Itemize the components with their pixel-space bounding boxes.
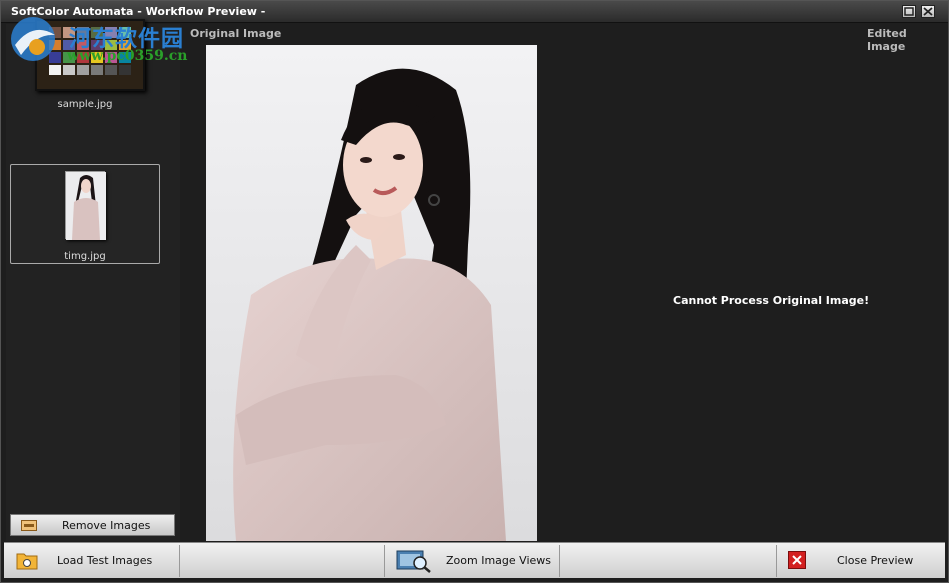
remove-images-label: Remove Images — [62, 519, 151, 532]
toolbar-divider — [559, 545, 560, 577]
close-preview-icon — [788, 551, 806, 569]
watermark: 河东软件园 www.pc0359.cn — [7, 15, 217, 69]
thumbnail-label: sample.jpg — [57, 99, 113, 110]
bottom-toolbar: Load Test Images Zoom Image Views Close … — [4, 542, 945, 578]
portrait-photo — [206, 45, 537, 541]
load-test-images-label: Load Test Images — [57, 554, 153, 567]
thumbnail-label: timg.jpg — [64, 251, 106, 262]
image-list-sidebar: sample.jpg timg.jpg — [6, 19, 180, 541]
original-image-view — [206, 45, 537, 541]
close-icon — [923, 7, 933, 16]
timg-thumbnail-image — [65, 171, 106, 240]
close-preview-button[interactable]: Close Preview — [777, 543, 945, 579]
window-close-button[interactable] — [921, 5, 935, 18]
maximize-button[interactable] — [902, 5, 916, 18]
load-test-images-button[interactable]: Load Test Images — [4, 543, 179, 579]
edited-image-label: Edited Image — [867, 27, 907, 53]
remove-images-icon — [21, 520, 37, 531]
folder-icon — [16, 553, 38, 570]
zoom-image-views-label: Zoom Image Views — [446, 554, 551, 567]
watermark-url: www.pc0359.cn — [67, 48, 188, 64]
original-image-label: Original Image — [190, 27, 282, 40]
remove-images-button[interactable]: Remove Images — [10, 514, 175, 536]
watermark-logo-icon — [11, 17, 55, 61]
app-window: SoftColor Automata - Workflow Preview - … — [0, 0, 949, 583]
edited-image-message: Cannot Process Original Image! — [673, 294, 870, 307]
zoom-icon — [396, 550, 431, 573]
close-preview-label: Close Preview — [837, 554, 914, 567]
zoom-image-views-button[interactable]: Zoom Image Views — [385, 543, 559, 579]
maximize-icon — [904, 7, 914, 16]
thumbnail-item-selected[interactable]: timg.jpg — [10, 164, 160, 264]
toolbar-divider — [179, 545, 180, 577]
